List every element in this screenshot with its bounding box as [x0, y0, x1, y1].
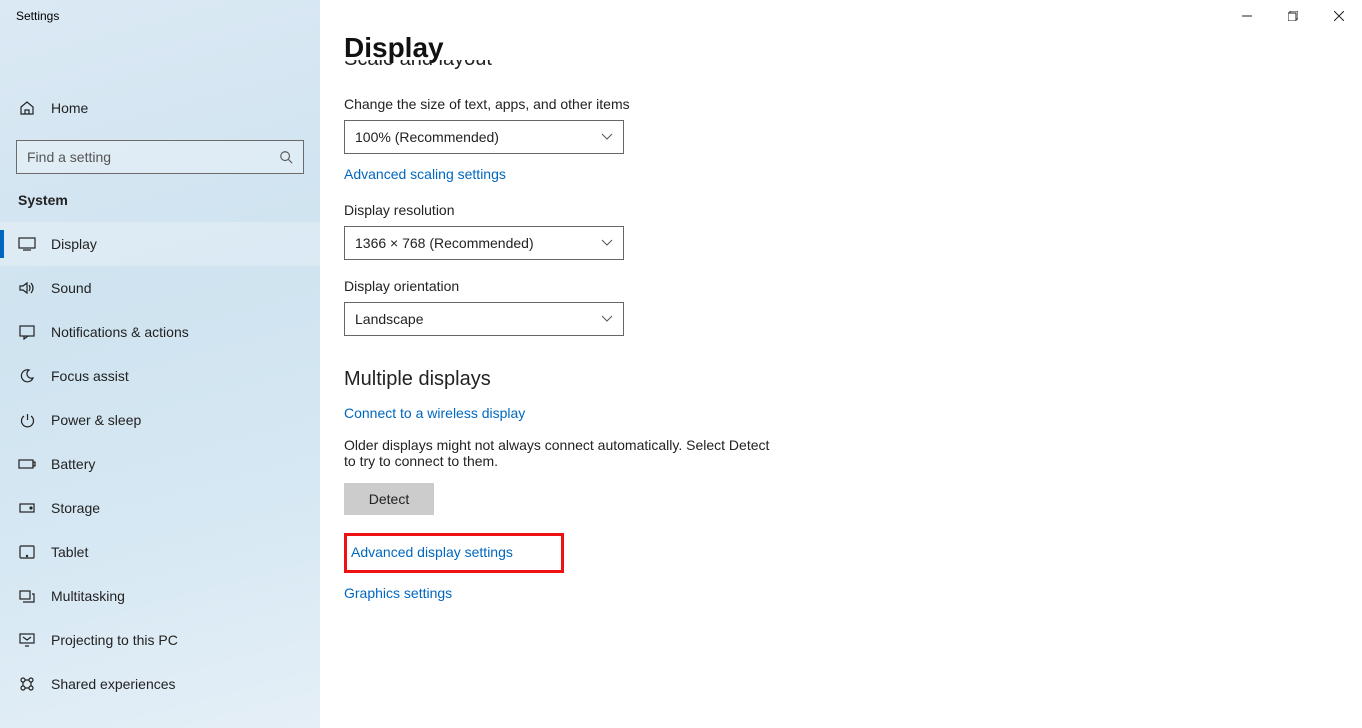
sidebar-item-notifications[interactable]: Notifications & actions — [0, 310, 320, 354]
close-button[interactable] — [1316, 0, 1362, 32]
sidebar-item-storage[interactable]: Storage — [0, 486, 320, 530]
orientation-label: Display orientation — [344, 278, 1362, 294]
advanced-display-settings-link[interactable]: Advanced display settings — [351, 544, 513, 560]
sidebar-item-projecting[interactable]: Projecting to this PC — [0, 618, 320, 662]
sidebar-item-battery[interactable]: Battery — [0, 442, 320, 486]
projecting-icon — [18, 631, 36, 649]
sidebar-item-power-sleep[interactable]: Power & sleep — [0, 398, 320, 442]
sidebar-item-tablet[interactable]: Tablet — [0, 530, 320, 574]
shared-icon — [18, 675, 36, 693]
minimize-button[interactable] — [1224, 0, 1270, 32]
sidebar-item-focus-assist[interactable]: Focus assist — [0, 354, 320, 398]
power-icon — [18, 411, 36, 429]
chevron-down-icon — [601, 315, 613, 323]
orientation-value: Landscape — [355, 311, 424, 327]
nav-label: Notifications & actions — [51, 324, 189, 340]
notifications-icon — [18, 323, 36, 341]
scale-value: 100% (Recommended) — [355, 129, 499, 145]
category-label: System — [0, 192, 320, 222]
home-label: Home — [51, 100, 88, 116]
sidebar-item-home[interactable]: Home — [0, 88, 320, 128]
sidebar-item-shared-experiences[interactable]: Shared experiences — [0, 662, 320, 706]
resolution-label: Display resolution — [344, 202, 1362, 218]
multitasking-icon — [18, 587, 36, 605]
nav-label: Shared experiences — [51, 676, 176, 692]
highlight-annotation: Advanced display settings — [344, 533, 564, 573]
sidebar-item-multitasking[interactable]: Multitasking — [0, 574, 320, 618]
nav-label: Multitasking — [51, 588, 125, 604]
home-icon — [18, 99, 36, 117]
nav-label: Storage — [51, 500, 100, 516]
search-icon — [279, 150, 293, 164]
sidebar: Settings Home System Display — [0, 0, 320, 728]
maximize-button[interactable] — [1270, 0, 1316, 32]
app-title: Settings — [0, 0, 75, 32]
sidebar-item-sound[interactable]: Sound — [0, 266, 320, 310]
nav-label: Display — [51, 236, 97, 252]
chevron-down-icon — [601, 239, 613, 247]
scale-dropdown[interactable]: 100% (Recommended) — [344, 120, 624, 154]
focus-assist-icon — [18, 367, 36, 385]
battery-icon — [18, 455, 36, 473]
nav-label: Power & sleep — [51, 412, 141, 428]
section-heading-multiple: Multiple displays — [344, 368, 1362, 391]
orientation-dropdown[interactable]: Landscape — [344, 302, 624, 336]
graphics-settings-link[interactable]: Graphics settings — [344, 585, 452, 601]
older-displays-text: Older displays might not always connect … — [344, 437, 784, 469]
sidebar-item-display[interactable]: Display — [0, 222, 320, 266]
section-heading-scale: Scale and layout — [344, 60, 1362, 78]
detect-button[interactable]: Detect — [344, 483, 434, 515]
advanced-scaling-link[interactable]: Advanced scaling settings — [344, 166, 506, 182]
resolution-value: 1366 × 768 (Recommended) — [355, 235, 534, 251]
search-input-container[interactable] — [16, 140, 304, 174]
sound-icon — [18, 279, 36, 297]
nav-label: Sound — [51, 280, 91, 296]
nav-label: Tablet — [51, 544, 88, 560]
chevron-down-icon — [601, 133, 613, 141]
resolution-dropdown[interactable]: 1366 × 768 (Recommended) — [344, 226, 624, 260]
search-input[interactable] — [27, 149, 267, 165]
nav-label: Projecting to this PC — [51, 632, 178, 648]
tablet-icon — [18, 543, 36, 561]
storage-icon — [18, 499, 36, 517]
display-icon — [18, 235, 36, 253]
nav-label: Battery — [51, 456, 95, 472]
nav-label: Focus assist — [51, 368, 129, 384]
connect-wireless-link[interactable]: Connect to a wireless display — [344, 405, 525, 421]
main-content: Display Scale and layout Change the size… — [320, 0, 1362, 728]
scale-label: Change the size of text, apps, and other… — [344, 96, 1362, 112]
